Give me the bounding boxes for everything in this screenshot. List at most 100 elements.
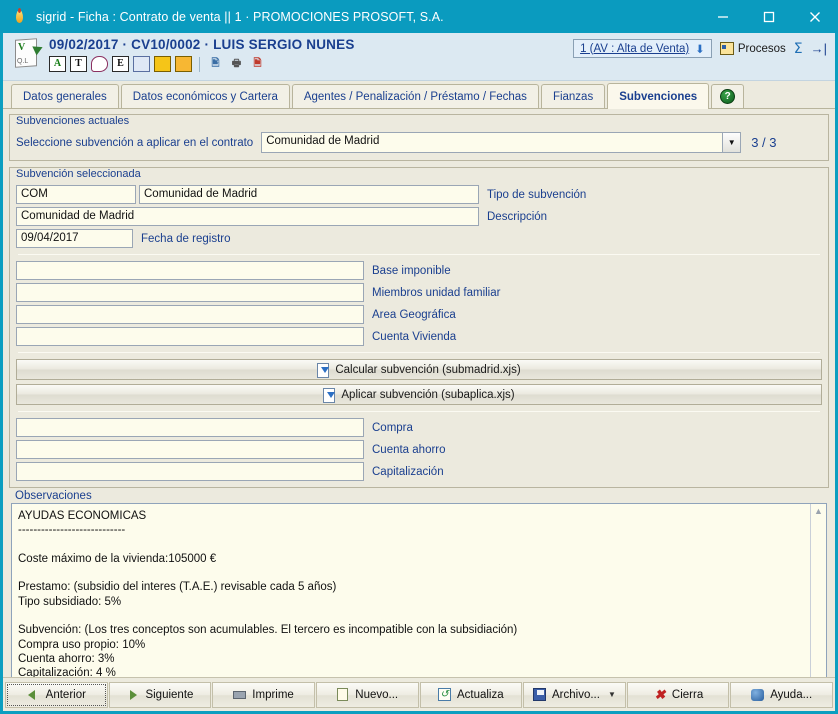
preview-document-icon[interactable]: 🖹: [207, 56, 224, 72]
miembros-unidad-familiar-field[interactable]: [16, 283, 364, 302]
fecha-registro-field[interactable]: 09/04/2017: [16, 229, 133, 248]
procesos-button[interactable]: Procesos: [719, 42, 786, 55]
help-icon: [751, 688, 765, 702]
row-miembros-unidad-familiar: Miembros unidad familiar: [16, 283, 822, 302]
next-arrow-icon: [126, 688, 140, 702]
compra-label: Compra: [372, 421, 413, 434]
minimize-button[interactable]: [700, 0, 746, 33]
observaciones-textarea[interactable]: AYUDAS ECONOMICAS ----------------------…: [11, 503, 827, 677]
tab-subvenciones[interactable]: Subvenciones: [607, 83, 710, 109]
row-cuenta-vivienda: Cuenta Vivienda: [16, 327, 822, 346]
observaciones-scrollbar[interactable]: ▲ ▼: [810, 504, 826, 677]
tab-datos-economicos[interactable]: Datos económicos y Cartera: [120, 84, 290, 108]
record-counter: 3 / 3: [751, 135, 777, 150]
row-capitalizacion: Capitalización: [16, 462, 822, 481]
pdf-export-icon[interactable]: 🗎: [249, 56, 266, 72]
observaciones-label: Observaciones: [15, 490, 92, 502]
tab-fianzas[interactable]: Fianzas: [540, 84, 606, 108]
row-base-imponible: Base imponible: [16, 261, 822, 280]
tipo-subvencion-label: Tipo de subvención: [487, 188, 587, 201]
record-state-selector[interactable]: 1 (AV : Alta de Venta) ⬇: [573, 39, 712, 58]
calcular-subvencion-label: Calcular subvención (submadrid.xjs): [335, 363, 521, 376]
group-subvencion-seleccionada: Subvención seleccionada COM Comunidad de…: [9, 167, 829, 488]
title-bar: sigrid - Ficha : Contrato de venta || 1 …: [0, 0, 838, 33]
group-legend-actuales: Subvenciones actuales: [16, 115, 130, 127]
attachment-a-icon[interactable]: A: [49, 56, 66, 72]
actualiza-button[interactable]: ↺ Actualiza: [419, 681, 523, 708]
cuenta-ahorro-field[interactable]: [16, 440, 364, 459]
capitalizacion-field[interactable]: [16, 462, 364, 481]
descripcion-field[interactable]: Comunidad de Madrid: [16, 207, 479, 226]
subvencion-select-value: Comunidad de Madrid: [266, 135, 380, 147]
list-detail-icon[interactable]: [175, 56, 192, 72]
toolbar-divider: [199, 56, 200, 72]
help-icon: ?: [720, 89, 736, 104]
row-select-subvencion: Seleccione subvención a aplicar en el co…: [16, 132, 822, 153]
new-document-icon: [336, 687, 350, 702]
tab-bar: Datos generales Datos económicos y Carte…: [3, 81, 835, 109]
maximize-button[interactable]: [746, 0, 792, 33]
pin-icon[interactable]: →|: [811, 41, 827, 56]
siguiente-button[interactable]: Siguiente: [108, 681, 212, 708]
tipo-subvencion-field[interactable]: Comunidad de Madrid: [139, 185, 479, 204]
sigma-icon[interactable]: Σ: [794, 41, 803, 57]
refresh-icon: ↺: [437, 687, 452, 702]
group-body-actuales: Seleccione subvención a aplicar en el co…: [16, 117, 822, 153]
close-button[interactable]: [792, 0, 838, 33]
comment-bubble-icon[interactable]: [91, 56, 108, 72]
save-disk-icon: [533, 687, 547, 702]
descripcion-label: Descripción: [487, 210, 548, 223]
ayuda-button[interactable]: Ayuda...: [730, 681, 833, 708]
nuevo-button[interactable]: Nuevo...: [315, 681, 419, 708]
chevron-down-icon[interactable]: ▼: [722, 133, 741, 152]
print-icon[interactable]: 🖶: [228, 56, 245, 72]
cuenta-vivienda-field[interactable]: [16, 327, 364, 346]
row-compra: Compra: [16, 418, 822, 437]
codigo-field[interactable]: COM: [16, 185, 136, 204]
archivo-label: Archivo...: [552, 688, 600, 701]
flame-icon: [10, 7, 30, 27]
cierra-button[interactable]: ✖ Cierra: [626, 681, 730, 708]
base-imponible-label: Base imponible: [372, 264, 451, 277]
close-x-icon: ✖: [654, 686, 666, 702]
area-geografica-field[interactable]: [16, 305, 364, 324]
record-header: V Q.L 09/02/2017 · CV10/0002 · LUIS SERGI…: [3, 33, 835, 81]
cierra-label: Cierra: [671, 688, 704, 701]
text-t-icon[interactable]: T: [70, 56, 87, 72]
subvencion-select[interactable]: Comunidad de Madrid ▼: [261, 132, 742, 153]
group-subvenciones-actuales: Subvenciones actuales Seleccione subvenc…: [9, 114, 829, 161]
observaciones-text: AYUDAS ECONOMICAS ----------------------…: [18, 510, 518, 677]
window-title: sigrid - Ficha : Contrato de venta || 1 …: [36, 9, 444, 24]
imprime-button[interactable]: Imprime: [212, 681, 315, 708]
tab-datos-generales[interactable]: Datos generales: [11, 84, 119, 108]
script-download-icon: [317, 362, 330, 378]
scroll-up-arrow[interactable]: ▲: [814, 506, 823, 516]
edit-note-icon[interactable]: [133, 56, 150, 72]
calcular-subvencion-button[interactable]: Calcular subvención (submadrid.xjs): [16, 359, 822, 380]
record-state-value: 1 (AV : Alta de Venta): [580, 42, 690, 55]
tag-label-icon[interactable]: [154, 56, 171, 72]
base-imponible-field[interactable]: [16, 261, 364, 280]
row-cuenta-ahorro: Cuenta ahorro: [16, 440, 822, 459]
group-legend-seleccionada: Subvención seleccionada: [16, 168, 141, 180]
record-header-column: 09/02/2017 · CV10/0002 · LUIS SERGIO NUN…: [49, 33, 355, 72]
archivo-button[interactable]: Archivo... ▼: [523, 681, 626, 708]
help-tab[interactable]: ?: [711, 84, 745, 108]
procesos-label: Procesos: [737, 42, 786, 55]
processes-icon: [719, 42, 734, 55]
row-area-geografica: Area Geográfica: [16, 305, 822, 324]
actualiza-label: Actualiza: [456, 688, 504, 701]
chevron-down-icon[interactable]: ▼: [608, 690, 616, 699]
previous-arrow-icon: [27, 688, 41, 702]
record-header-right: 1 (AV : Alta de Venta) ⬇ Procesos Σ →|: [573, 39, 827, 58]
compra-field[interactable]: [16, 418, 364, 437]
down-arrow-icon: ⬇: [695, 43, 705, 56]
anterior-button[interactable]: Anterior: [5, 681, 108, 708]
imprime-label: Imprime: [252, 688, 294, 701]
record-icon-toolbar: A T E 🖹 🖶 🗎: [49, 56, 355, 72]
tab-content-subvenciones: Subvenciones actuales Seleccione subvenc…: [3, 109, 835, 677]
email-e-icon[interactable]: E: [112, 56, 129, 72]
capitalizacion-label: Capitalización: [372, 465, 444, 478]
tab-agentes[interactable]: Agentes / Penalización / Préstamo / Fech…: [291, 84, 539, 108]
aplicar-subvencion-button[interactable]: Aplicar subvención (subaplica.xjs): [16, 384, 822, 405]
